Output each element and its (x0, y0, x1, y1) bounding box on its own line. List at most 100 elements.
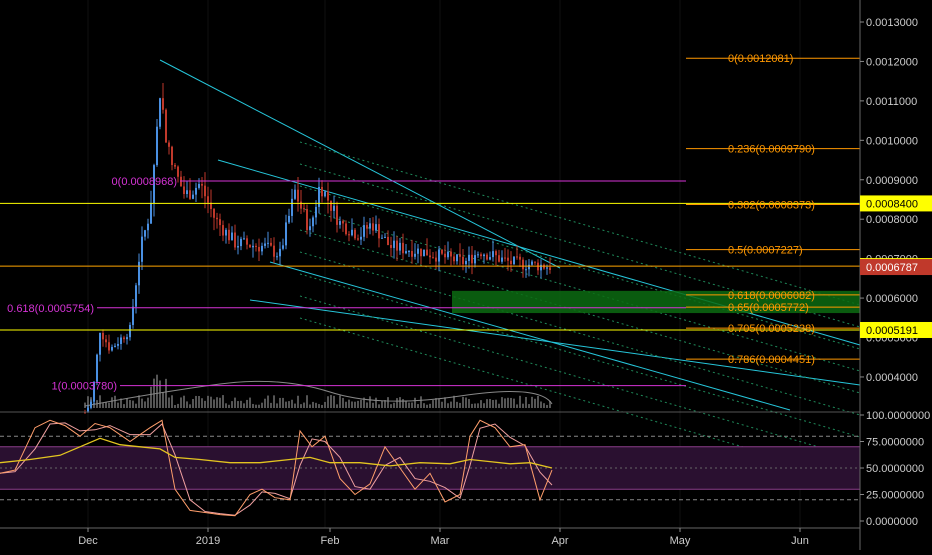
candle-body (339, 221, 341, 225)
volume-bar (441, 401, 443, 408)
candle-body (252, 245, 254, 248)
fib-magenta-label: 0.618(0.0005754) (7, 303, 94, 315)
volume-bar (528, 404, 530, 408)
candle-body (324, 191, 326, 197)
volume-bar (123, 404, 125, 408)
candle-body (447, 251, 449, 258)
volume-bar (240, 400, 242, 408)
volume-bar (174, 404, 176, 408)
candle-body (126, 337, 128, 340)
volume-bar (390, 404, 392, 408)
volume-bar (411, 402, 413, 408)
candle-body (117, 343, 119, 346)
candle-body (219, 219, 221, 226)
volume-bar (468, 399, 470, 408)
osc-tick-label: 100.0000000 (866, 410, 930, 422)
candle-body (363, 225, 365, 237)
price-badge-label: 0.0005191 (866, 325, 918, 337)
candle-body (522, 259, 524, 270)
candle-body (438, 249, 440, 262)
candle-body (237, 246, 239, 248)
candle-body (300, 201, 302, 209)
candle-body (312, 217, 314, 227)
volume-bar (405, 400, 407, 408)
volume-bar (114, 395, 116, 408)
volume-bar (369, 396, 371, 408)
volume-bar (306, 395, 308, 408)
candle-body (189, 190, 191, 199)
volume-bar (429, 403, 431, 408)
candle-body (171, 146, 173, 165)
chart-svg: 0(0.0012081) 0.236(0.0009790) 0.382(0.0008… (0, 0, 932, 550)
candle-body (393, 240, 395, 248)
candle-body (375, 224, 377, 231)
volume-bar (483, 403, 485, 408)
volume-bar (297, 395, 299, 408)
candle-body (534, 261, 536, 263)
candle-body (270, 242, 272, 246)
volume-bar (273, 395, 275, 408)
volume-bar (456, 401, 458, 408)
candle-body (90, 401, 92, 408)
candle-body (180, 176, 182, 187)
volume-bar (420, 396, 422, 408)
volume-bar (84, 402, 86, 408)
price-tick-label: 0.0006000 (866, 293, 918, 305)
volume-bar (231, 401, 233, 408)
volume-bar (300, 404, 302, 408)
candle-body (207, 196, 209, 203)
candle-body (105, 339, 107, 343)
candle-body (159, 98, 161, 127)
volume-bar (396, 398, 398, 408)
candle-body (417, 248, 419, 254)
volume-bar (378, 404, 380, 408)
fib-level-label: 0.65(0.0005772) (728, 302, 809, 314)
volume-bar (288, 401, 290, 408)
volume-bar (453, 395, 455, 408)
volume-bar (201, 398, 203, 408)
volume-bar (195, 395, 197, 408)
volume-bar (291, 399, 293, 408)
volume-bar (408, 402, 410, 408)
volume-bar (471, 403, 473, 408)
volume-bar (267, 395, 269, 408)
time-tick-label: Dec (78, 535, 98, 547)
volume-bar (159, 380, 161, 408)
candle-body (114, 345, 116, 347)
osc-tick-label: 50.0000000 (866, 463, 924, 475)
candle-body (213, 209, 215, 218)
volume-bar (417, 404, 419, 408)
candle-body (168, 142, 170, 147)
candle-body (201, 184, 203, 186)
volume-bar (99, 395, 101, 408)
candle-body (441, 249, 443, 254)
candle-body (306, 209, 308, 231)
candle-body (420, 248, 422, 257)
chart-canvas[interactable]: 0(0.0012081) 0.236(0.0009790) 0.382(0.0008… (0, 0, 932, 550)
candle-body (486, 254, 488, 260)
volume-bar (210, 396, 212, 408)
volume-bar (402, 399, 404, 408)
volume-bar (261, 402, 263, 408)
price-badge-label: 0.0006787 (866, 262, 918, 274)
volume-bar (360, 399, 362, 408)
volume-bar (444, 397, 446, 408)
candle-body (135, 285, 137, 307)
candle-body (276, 256, 278, 258)
volume-bar (204, 400, 206, 408)
candle-body (507, 257, 509, 261)
volume-bar (252, 403, 254, 408)
volume-bar (303, 402, 305, 408)
volume-bar (132, 400, 134, 408)
volume-bar (315, 402, 317, 408)
osc-tick-label: 75.0000000 (866, 437, 924, 449)
volume-bar (213, 399, 215, 408)
time-tick-label: 2019 (196, 535, 220, 547)
volume-bar (177, 403, 179, 408)
volume-bar (414, 397, 416, 408)
volume-bar (354, 401, 356, 408)
candle-body (468, 254, 470, 261)
candle-body (186, 190, 188, 194)
volume-bar (330, 395, 332, 408)
candle-body (183, 186, 185, 194)
